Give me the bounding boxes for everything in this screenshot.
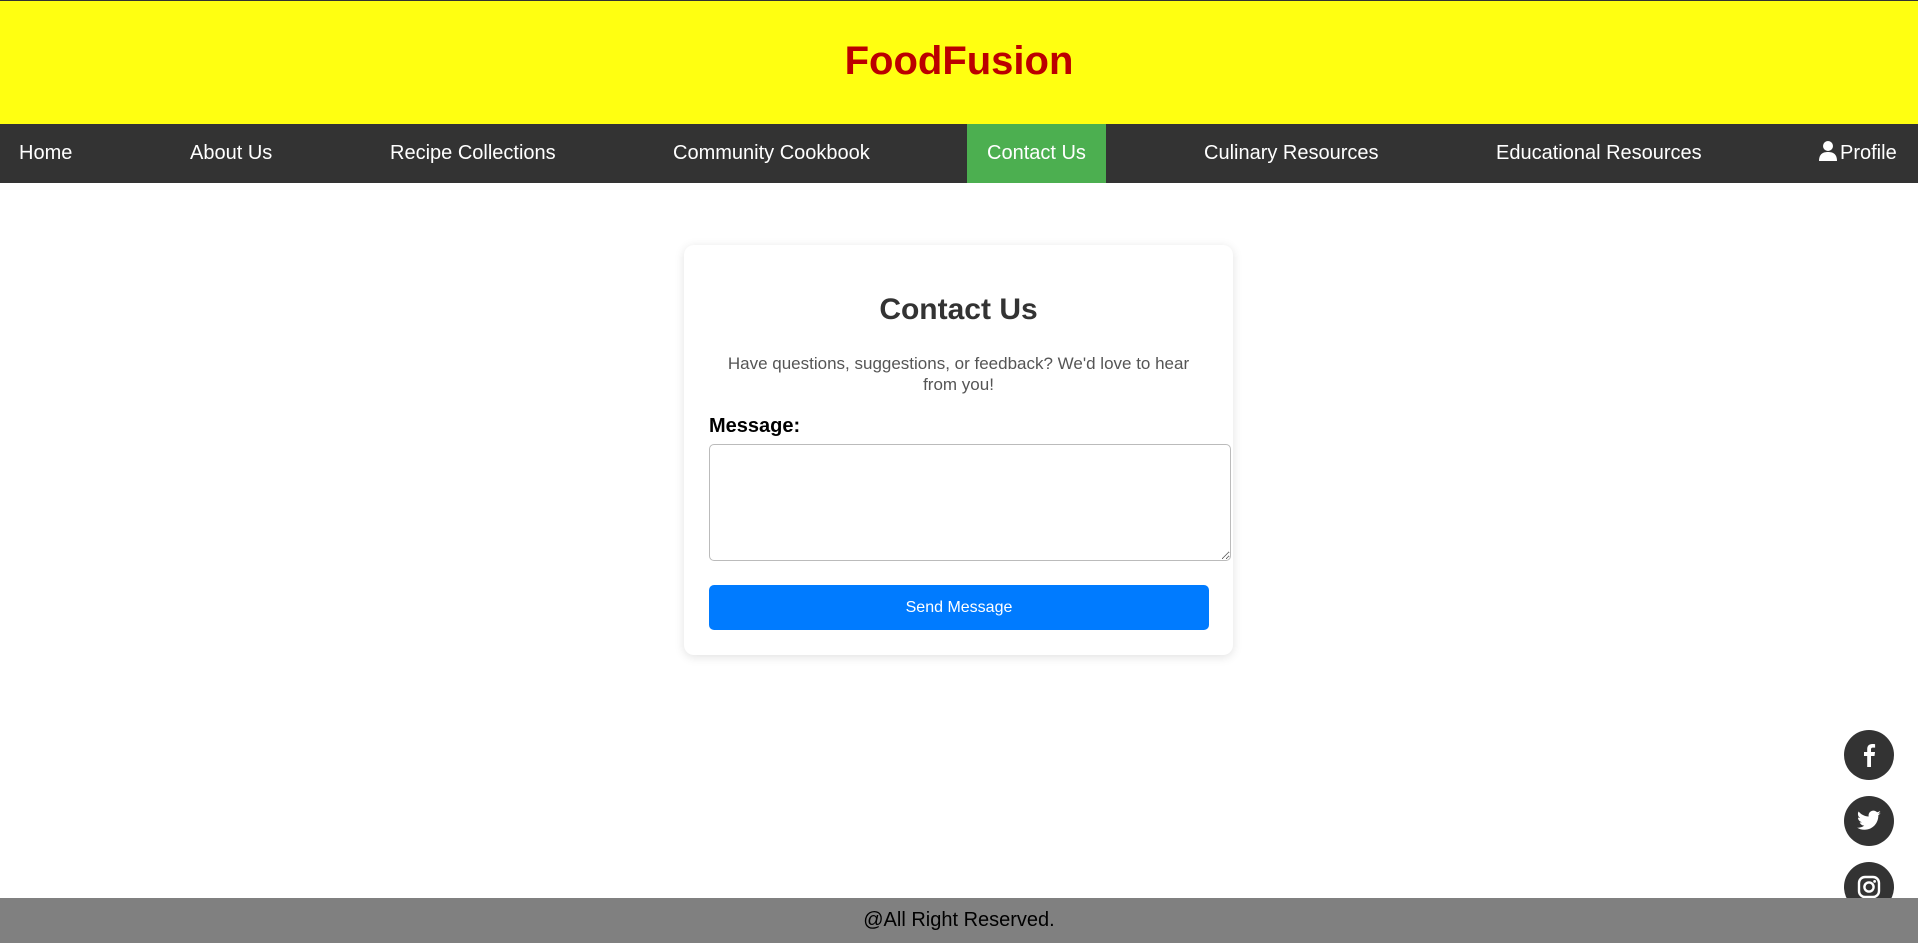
message-label: Message: (709, 415, 801, 437)
nav-item-about-us[interactable]: About Us (190, 124, 272, 183)
nav-item-profile-label: Profile (1840, 142, 1897, 164)
nav-item-educational-resources[interactable]: Educational Resources (1496, 124, 1702, 183)
facebook-icon (1864, 744, 1876, 767)
user-icon (1819, 141, 1837, 161)
site-footer: @All Right Reserved. (0, 898, 1918, 943)
instagram-icon (1857, 875, 1881, 899)
nav-item-home[interactable]: Home (19, 124, 72, 183)
twitter-link[interactable] (1844, 796, 1894, 846)
copyright-text: @All Right Reserved. (863, 909, 1055, 931)
contact-description: Have questions, suggestions, or feedback… (727, 354, 1190, 394)
nav-item-profile[interactable]: Profile (1819, 124, 1897, 183)
contact-title: Contact Us (879, 293, 1038, 326)
facebook-link[interactable] (1844, 730, 1894, 780)
nav-item-contact-us[interactable]: Contact Us (967, 124, 1106, 183)
nav-item-recipe-collections[interactable]: Recipe Collections (390, 124, 556, 183)
send-message-button[interactable]: Send Message (709, 585, 1209, 630)
main-nav: Home About Us Recipe Collections Communi… (0, 124, 1918, 183)
nav-item-community-cookbook[interactable]: Community Cookbook (673, 124, 870, 183)
twitter-icon (1856, 810, 1881, 830)
brand-title: FoodFusion (844, 39, 1074, 83)
site-header: FoodFusion (0, 0, 1918, 124)
nav-item-culinary-resources[interactable]: Culinary Resources (1204, 124, 1379, 183)
message-textarea[interactable] (709, 444, 1231, 561)
contact-card: Contact Us Have questions, suggestions, … (684, 245, 1233, 655)
